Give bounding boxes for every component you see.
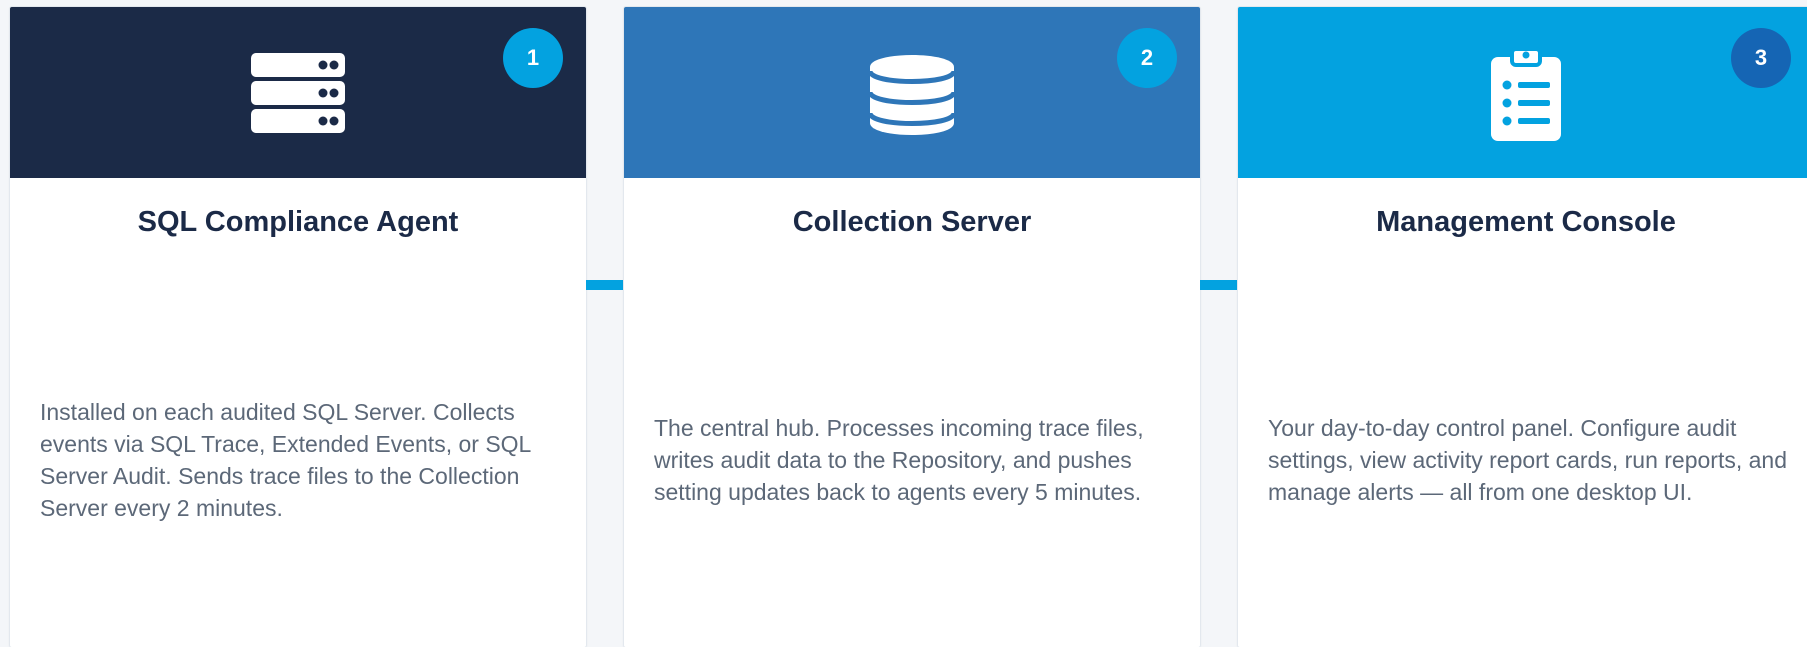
step-number-badge: 2 xyxy=(1117,28,1177,88)
card-description: The central hub. Processes incoming trac… xyxy=(654,415,1144,505)
collection-server-card: 2 Collection Server The central hub. Pro… xyxy=(624,7,1200,647)
card-header: 2 xyxy=(624,7,1200,178)
card-description: Installed on each audited SQL Server. Co… xyxy=(40,399,531,521)
connector-line xyxy=(1200,280,1240,290)
card-header: 1 xyxy=(10,7,586,178)
step-number-badge: 1 xyxy=(503,28,563,88)
server-icon xyxy=(251,52,345,133)
card-description: Your day-to-day control panel. Configure… xyxy=(1268,415,1787,505)
clipboard-list-icon xyxy=(1491,46,1561,141)
step-number-badge: 3 xyxy=(1731,28,1791,88)
sql-compliance-agent-card: 1 SQL Compliance Agent Installed on each… xyxy=(10,7,586,647)
card-title: SQL Compliance Agent xyxy=(137,206,459,238)
connector-line xyxy=(586,280,626,290)
database-icon xyxy=(867,54,957,135)
card-title: Management Console xyxy=(1376,206,1676,238)
card-title: Collection Server xyxy=(792,206,1032,238)
management-console-card: 3 Management Console Your day-to-day con… xyxy=(1238,7,1807,647)
card-header: 3 xyxy=(1238,7,1807,178)
